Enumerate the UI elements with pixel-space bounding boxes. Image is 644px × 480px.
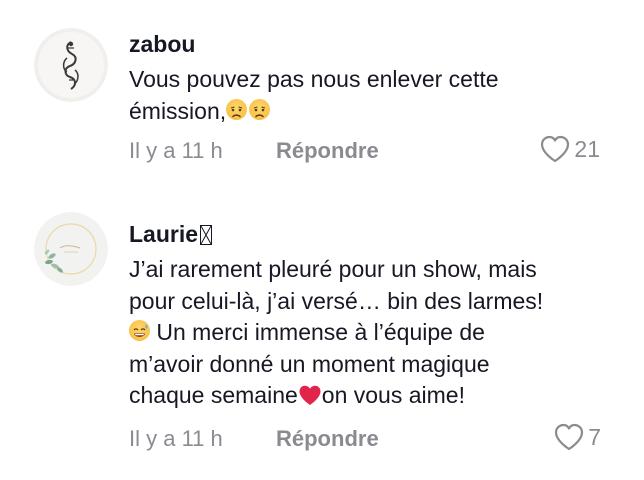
comment-timestamp: Il y a 11 h [129, 426, 223, 451]
heart-outline-icon [539, 134, 571, 164]
comment-text-line: Vous pouvez pas nous enlever cette [129, 66, 499, 92]
comment-username-text: Laurie [129, 221, 199, 247]
avatar[interactable] [34, 28, 108, 102]
comment-text-line: m’avoir donné un moment magique [129, 350, 490, 377]
like-count: 21 [574, 135, 600, 162]
reply-button[interactable]: Répondre [276, 426, 379, 452]
comment-timestamp: Il y a 11 h [129, 138, 223, 163]
comment-text: J’ai rarement pleuré pour un show, mais … [129, 254, 629, 415]
comment-username[interactable]: Laurie [129, 221, 213, 248]
comment-text-line: J’ai rarement pleuré pour un show, mais [129, 256, 537, 282]
like-button[interactable]: 7 [553, 422, 601, 452]
comment-text: Vous pouvez pas nous enlever cette émiss… [129, 64, 629, 127]
comment-text-line: chaque semaine on vous aime! [129, 380, 629, 415]
like-count: 7 [588, 423, 601, 450]
comment-text-line: Un merci immense à l’équipe de [129, 317, 629, 349]
comment-text-line: émission, [129, 96, 629, 128]
grinning-sweat-face-icon [129, 320, 150, 341]
reply-button[interactable]: Répondre [276, 138, 379, 164]
unknown-glyph-icon [200, 225, 213, 245]
disappointed-face-icon [249, 98, 271, 120]
avatar[interactable] [34, 212, 108, 286]
comment-text-fragment: Un merci immense à l’équipe de [150, 319, 485, 345]
comment-text-fragment: on vous aime! [321, 382, 465, 408]
red-heart-icon [298, 383, 322, 415]
comment-text-line: pour celui-là, j’ai versé… bin des larme… [129, 287, 544, 314]
like-button[interactable]: 21 [539, 134, 600, 164]
disappointed-face-icon [226, 98, 248, 120]
comment-username[interactable]: zabou [129, 31, 195, 58]
heart-outline-icon [553, 422, 585, 452]
comment-text-fragment: chaque semaine [129, 382, 298, 408]
comment-text-fragment: émission, [129, 97, 227, 124]
